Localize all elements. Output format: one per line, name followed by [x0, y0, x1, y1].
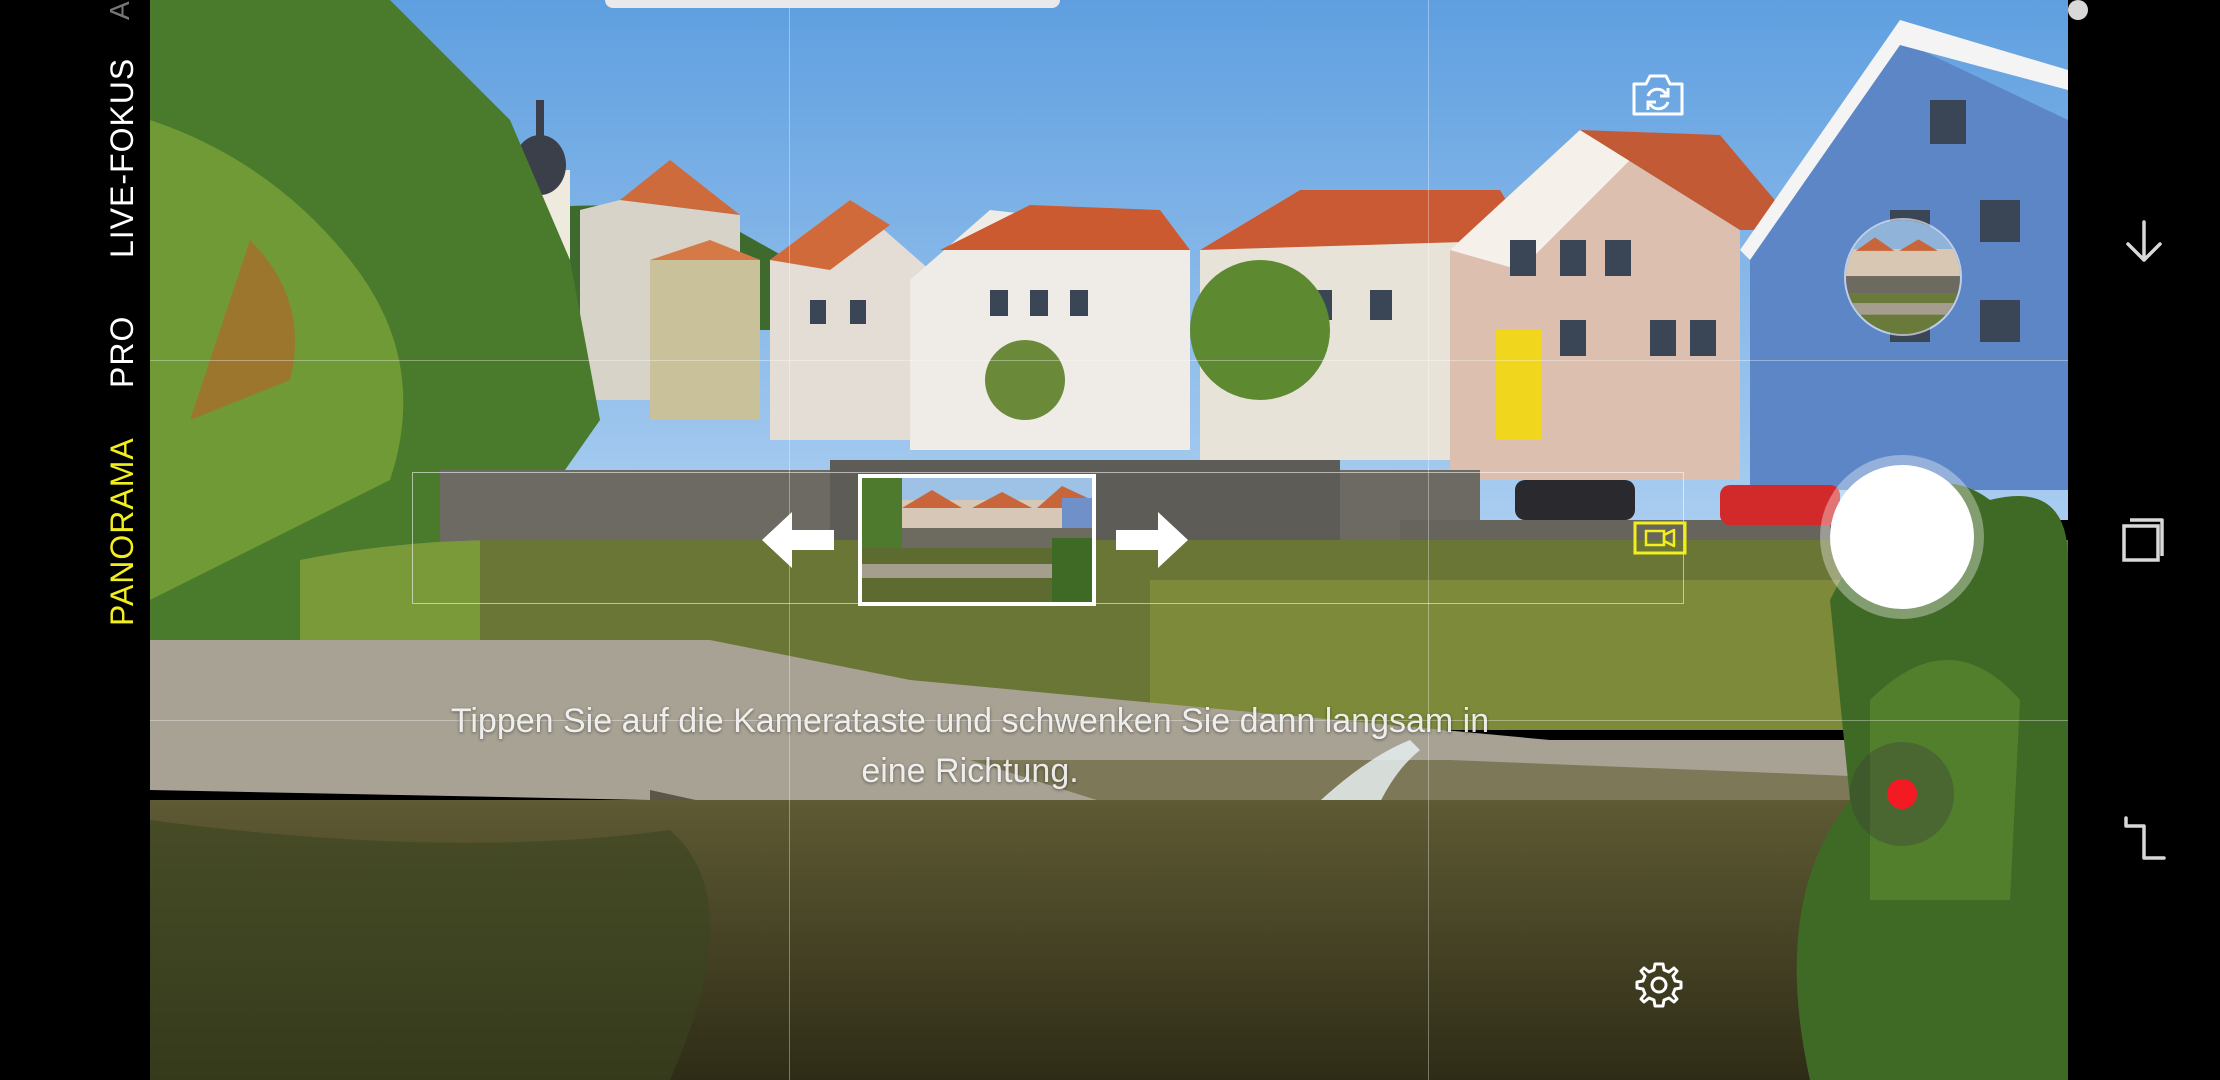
- system-nav-bar: [2068, 0, 2220, 1080]
- hint-line-2: eine Richtung.: [861, 752, 1079, 790]
- arrow-down-icon[interactable]: [2116, 214, 2172, 270]
- gallery-thumbnail[interactable]: [1844, 218, 1962, 336]
- mode-panorama[interactable]: PANORAMA: [104, 437, 141, 626]
- shutter-button[interactable]: [1830, 465, 1974, 609]
- camera-viewfinder[interactable]: Tippen Sie auf die Kamerataste und schwe…: [150, 0, 2068, 1080]
- grid-line: [150, 360, 2068, 361]
- gear-icon[interactable]: [1634, 960, 1684, 1010]
- top-handle[interactable]: [605, 0, 1060, 8]
- hint-line-1: Tippen Sie auf die Kamerataste und schwe…: [450, 702, 1490, 740]
- camera-mode-bar: A LIVE-FOKUS PRO PANORAMA: [0, 0, 150, 1080]
- record-dot-icon: [1887, 779, 1917, 809]
- switch-camera-icon[interactable]: [1630, 72, 1686, 118]
- mode-partial[interactable]: A: [104, 0, 136, 20]
- arrow-left-icon: [762, 512, 834, 568]
- recent-apps-icon[interactable]: [2116, 512, 2172, 568]
- mode-pro[interactable]: PRO: [104, 316, 141, 388]
- panorama-preview: [858, 474, 1096, 606]
- back-icon[interactable]: [2116, 814, 2172, 870]
- panorama-hint-text: Tippen Sie auf die Kamerataste und schwe…: [330, 696, 1610, 796]
- arrow-right-icon: [1116, 512, 1188, 568]
- video-camera-icon[interactable]: [1632, 520, 1688, 556]
- record-button[interactable]: [1850, 742, 1954, 846]
- mode-live-focus[interactable]: LIVE-FOKUS: [104, 58, 141, 258]
- home-dot-icon[interactable]: [2068, 0, 2088, 20]
